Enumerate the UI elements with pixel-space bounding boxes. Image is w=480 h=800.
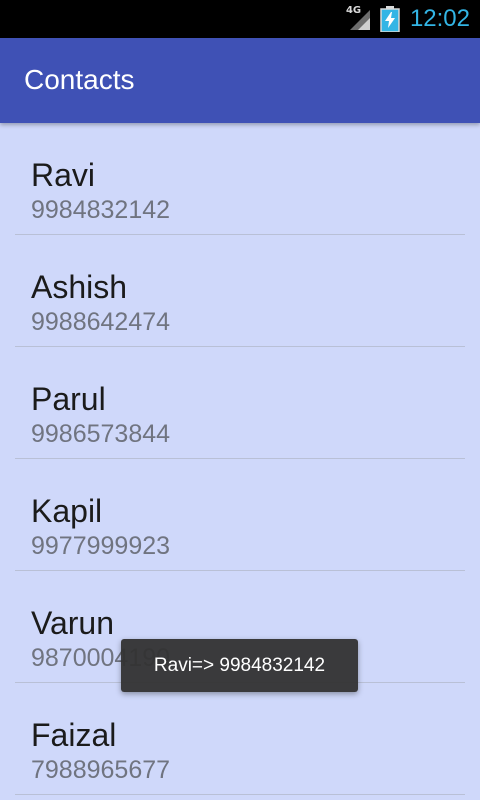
status-bar: 4G 12:02: [0, 0, 480, 38]
contact-row-content: Ravi 9984832142: [31, 157, 170, 225]
contact-row[interactable]: Ashish 9988642474: [15, 235, 465, 347]
contact-row-content: Kapil 9977999923: [31, 493, 170, 561]
status-clock: 12:02: [409, 5, 470, 32]
network-type-label: 4G: [345, 5, 362, 16]
battery-charging-icon: [380, 6, 400, 33]
signal-icon: 4G: [345, 5, 372, 32]
contact-row-content: Ashish 9988642474: [31, 269, 170, 337]
contact-row-content: Faizal 7988965677: [31, 717, 170, 785]
toast-message: Ravi=> 9984832142: [121, 639, 358, 692]
contact-phone: 9988642474: [31, 308, 171, 336]
contact-row[interactable]: Kapil 9977999923: [15, 459, 465, 571]
contact-row[interactable]: Parul 9986573844: [15, 347, 465, 459]
contact-phone: 9986573844: [31, 420, 171, 448]
app-bar: Contacts: [0, 38, 480, 123]
contact-phone: 7988965677: [31, 756, 171, 784]
contact-phone: 9984832142: [31, 196, 171, 224]
contact-row-content: Parul 9986573844: [31, 381, 170, 449]
contact-name: Ashish: [31, 269, 128, 305]
contact-name: Varun: [31, 605, 115, 641]
contact-name: Faizal: [31, 717, 117, 753]
page-title: Contacts: [24, 64, 135, 95]
contact-row[interactable]: Ravi 9984832142: [15, 123, 465, 235]
contact-row[interactable]: Faizal 7988965677: [15, 683, 465, 795]
contact-list[interactable]: Ravi 9984832142 Ashish 9988642474 Parul …: [0, 123, 480, 800]
contact-name: Ravi: [31, 157, 96, 193]
contact-name: Parul: [31, 381, 106, 417]
contact-name: Kapil: [31, 493, 103, 529]
contact-phone: 9977999923: [31, 532, 171, 560]
